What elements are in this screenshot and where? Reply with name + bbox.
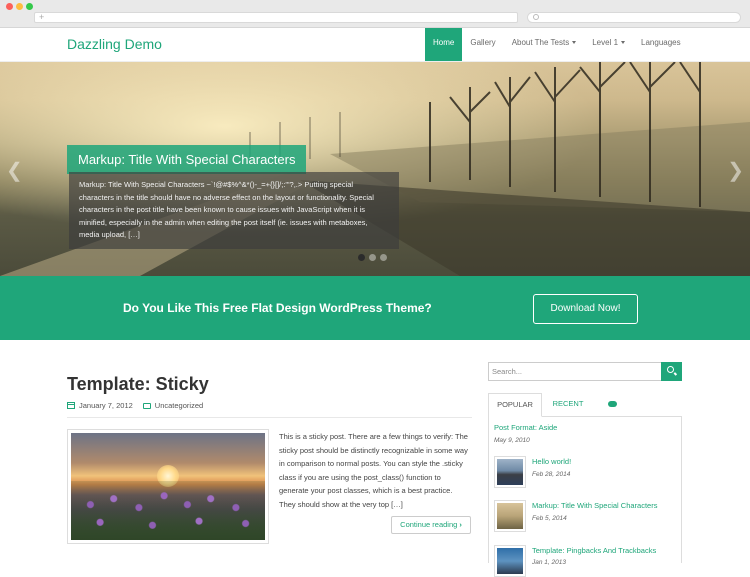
- search-icon: [533, 14, 539, 20]
- close-window-icon[interactable]: [6, 3, 13, 10]
- slide-title[interactable]: Markup: Title With Special Characters: [67, 145, 307, 174]
- continue-reading-button[interactable]: Continue reading ›: [391, 516, 471, 534]
- download-button[interactable]: Download Now!: [533, 294, 638, 324]
- site-title[interactable]: Dazzling Demo: [67, 36, 162, 52]
- nav-item-home[interactable]: Home: [425, 28, 463, 61]
- thumbnail-image: [497, 503, 523, 529]
- maximize-window-icon[interactable]: [26, 3, 33, 10]
- cta-band: Do You Like This Free Flat Design WordPr…: [0, 276, 750, 340]
- flower-field: [71, 481, 265, 540]
- slider-pagination: [358, 254, 387, 261]
- divider: [67, 417, 472, 418]
- minimize-window-icon[interactable]: [16, 3, 23, 10]
- chevron-right-icon: ›: [459, 520, 462, 529]
- slide-dot[interactable]: [380, 254, 387, 261]
- slide-caption: Markup: Title With Special Characters ~`…: [69, 172, 399, 249]
- popular-post-thumbnail[interactable]: [494, 456, 526, 488]
- sidebar-search-input[interactable]: Search...: [488, 362, 662, 381]
- nav-label: About The Tests: [511, 38, 570, 47]
- popular-post-title[interactable]: Hello world!: [532, 457, 571, 466]
- nav-label: Home: [433, 38, 455, 47]
- popular-post-thumbnail[interactable]: [494, 500, 526, 532]
- post-title[interactable]: Template: Sticky: [67, 374, 209, 395]
- post-meta: January 7, 2012 Uncategorized: [67, 401, 203, 410]
- thumbnail-image: [71, 433, 265, 540]
- nav-item-gallery[interactable]: Gallery: [462, 28, 503, 61]
- popular-post-date: May 9, 2010: [494, 437, 530, 444]
- popular-post-title[interactable]: Markup: Title With Special Characters: [532, 501, 657, 510]
- address-bar[interactable]: +: [34, 12, 518, 23]
- popular-post-thumbnail[interactable]: [494, 545, 526, 577]
- chevron-right-icon[interactable]: ❯: [727, 158, 744, 183]
- post-excerpt: This is a sticky post. There are a few t…: [279, 432, 468, 509]
- comments-icon: [607, 401, 617, 407]
- post-thumbnail[interactable]: [67, 429, 269, 544]
- nav-label: Level 1: [592, 38, 619, 47]
- search-icon: [667, 366, 674, 373]
- caret-down-icon: [572, 41, 577, 45]
- slide-dot[interactable]: [369, 254, 376, 261]
- hero-slider: ❮ ❯ Markup: Title With Special Character…: [0, 62, 750, 276]
- popular-post-title[interactable]: Template: Pingbacks And Trackbacks: [532, 546, 656, 555]
- post-category[interactable]: Uncategorized: [155, 401, 203, 410]
- nav-label: Gallery: [470, 38, 496, 47]
- read-more-label: Continue reading: [400, 520, 458, 529]
- site-header: Dazzling Demo Home Gallery About The Tes…: [0, 28, 750, 62]
- browser-search-bar[interactable]: [527, 12, 741, 23]
- sidebar-search-button[interactable]: [661, 362, 682, 381]
- thumbnail-image: [497, 548, 523, 574]
- nav-item-languages[interactable]: Languages: [633, 28, 689, 61]
- caret-down-icon: [621, 41, 626, 45]
- slide-dot[interactable]: [358, 254, 365, 261]
- chevron-left-icon[interactable]: ❮: [6, 158, 23, 183]
- sidebar-tabs: POPULAR RECENT: [488, 393, 682, 417]
- tab-recent[interactable]: RECENT: [546, 393, 590, 417]
- cta-text: Do You Like This Free Flat Design WordPr…: [123, 301, 432, 315]
- nav-label: Languages: [641, 38, 681, 47]
- nav-item-about-the-tests[interactable]: About The Tests: [504, 28, 585, 61]
- nav-item-level-1[interactable]: Level 1: [584, 28, 633, 61]
- main-nav: Home Gallery About The Tests Level 1 Lan…: [425, 28, 689, 61]
- popular-post-title[interactable]: Post Format: Aside: [494, 423, 557, 432]
- folder-icon: [142, 402, 151, 409]
- thumbnail-image: [497, 459, 523, 485]
- popular-post-date: Feb 28, 2014: [532, 471, 571, 478]
- popular-post-date: Feb 5, 2014: [532, 515, 567, 522]
- tab-popular[interactable]: POPULAR: [488, 393, 542, 417]
- post-date[interactable]: January 7, 2012: [79, 401, 133, 410]
- browser-chrome: +: [0, 0, 750, 28]
- tab-comments[interactable]: [598, 393, 626, 417]
- calendar-icon: [67, 402, 75, 409]
